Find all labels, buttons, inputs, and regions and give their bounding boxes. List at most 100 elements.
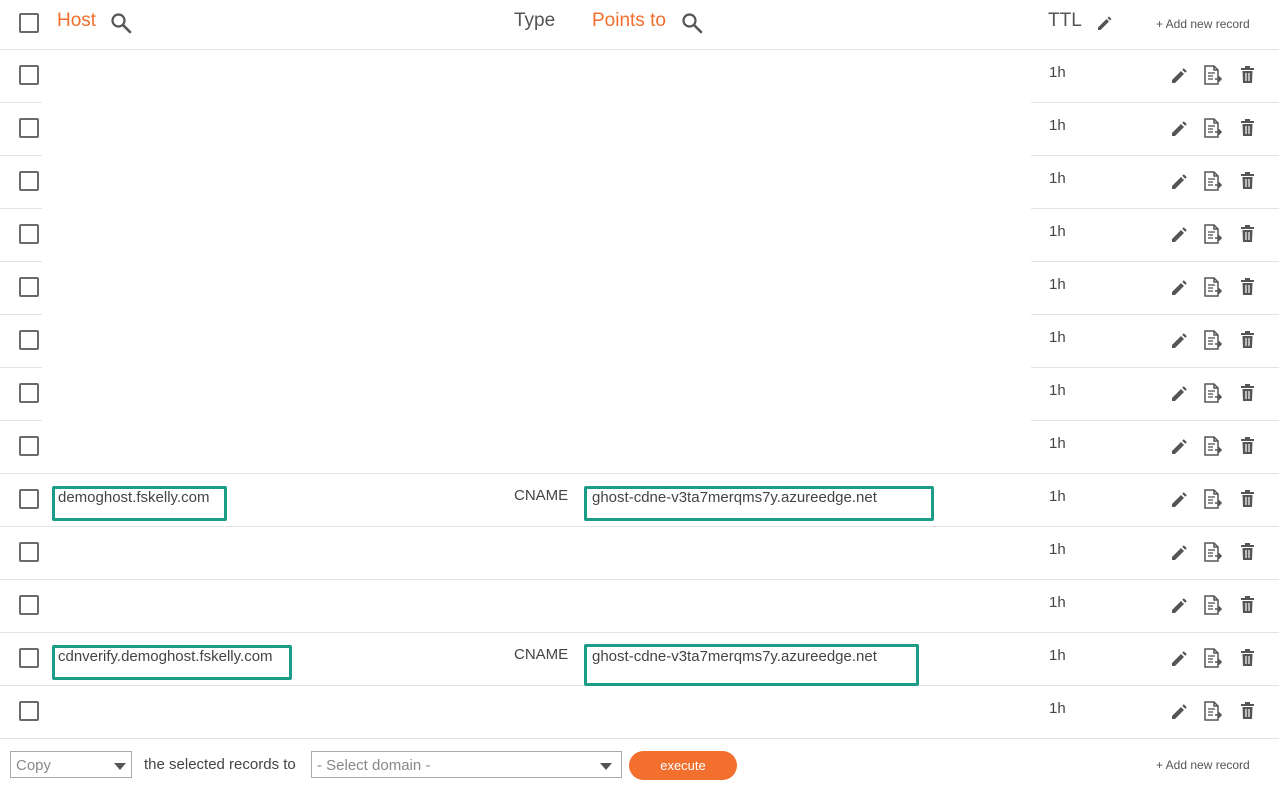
document-export-icon[interactable] [1202, 329, 1223, 351]
document-export-icon[interactable] [1202, 64, 1223, 86]
host-column-header[interactable]: Host [57, 10, 96, 32]
pencil-icon[interactable] [1170, 541, 1190, 563]
row-checkbox[interactable] [19, 701, 39, 721]
table-row: 1h [0, 368, 1279, 421]
document-export-icon[interactable] [1202, 700, 1223, 722]
row-checkbox[interactable] [19, 436, 39, 456]
row-checkbox[interactable] [19, 383, 39, 403]
chevron-down-icon [600, 763, 612, 770]
document-export-icon[interactable] [1202, 170, 1223, 192]
ttl-value: 1h [1049, 329, 1066, 346]
search-icon[interactable] [110, 12, 132, 39]
domain-select-value: - Select domain - [317, 757, 431, 774]
trash-icon[interactable] [1239, 541, 1259, 563]
ttl-value: 1h [1049, 170, 1066, 187]
document-export-icon[interactable] [1202, 488, 1223, 510]
row-actions [1170, 488, 1260, 510]
ttl-value: 1h [1049, 541, 1066, 558]
document-export-icon[interactable] [1202, 117, 1223, 139]
row-actions [1170, 276, 1260, 298]
document-export-icon[interactable] [1202, 541, 1223, 563]
points-to-highlight-box [584, 644, 919, 686]
select-all-checkbox[interactable] [19, 13, 39, 33]
trash-icon[interactable] [1239, 329, 1259, 351]
host-highlight-box [52, 486, 227, 521]
row-checkbox[interactable] [19, 648, 39, 668]
pencil-icon[interactable] [1170, 647, 1190, 669]
trash-icon[interactable] [1239, 488, 1259, 510]
row-checkbox[interactable] [19, 595, 39, 615]
pencil-icon[interactable] [1170, 170, 1190, 192]
domain-select[interactable]: - Select domain - [311, 751, 622, 778]
pencil-icon[interactable] [1170, 64, 1190, 86]
pencil-icon[interactable] [1096, 14, 1114, 37]
chevron-down-icon [114, 763, 126, 770]
action-select-value: Copy [16, 757, 52, 774]
row-actions [1170, 117, 1260, 139]
bulk-action-bar: Copy the selected records to - Select do… [0, 739, 1279, 794]
row-checkbox[interactable] [19, 171, 39, 191]
row-checkbox[interactable] [19, 542, 39, 562]
pencil-icon[interactable] [1170, 594, 1190, 616]
ttl-value: 1h [1049, 435, 1066, 452]
table-row: 1h [0, 262, 1279, 315]
action-select[interactable]: Copy [10, 751, 132, 778]
trash-icon[interactable] [1239, 276, 1259, 298]
pencil-icon[interactable] [1170, 223, 1190, 245]
table-row: cdnverify.demoghost.fskelly.com CNAME ghos… [0, 633, 1279, 686]
pencil-icon[interactable] [1170, 700, 1190, 722]
table-row: 1h [0, 686, 1279, 739]
row-checkbox[interactable] [19, 224, 39, 244]
table-row: 1h [0, 421, 1279, 474]
pencil-icon[interactable] [1170, 488, 1190, 510]
row-actions [1170, 594, 1260, 616]
trash-icon[interactable] [1239, 64, 1259, 86]
trash-icon[interactable] [1239, 700, 1259, 722]
trash-icon[interactable] [1239, 647, 1259, 669]
row-actions [1170, 170, 1260, 192]
pencil-icon[interactable] [1170, 435, 1190, 457]
row-actions [1170, 700, 1260, 722]
add-new-record-link[interactable]: + Add new record [1156, 17, 1250, 31]
row-checkbox[interactable] [19, 65, 39, 85]
points-to-column-header[interactable]: Points to [592, 10, 666, 32]
document-export-icon[interactable] [1202, 223, 1223, 245]
document-export-icon[interactable] [1202, 382, 1223, 404]
type-value: CNAME [514, 646, 569, 663]
trash-icon[interactable] [1239, 382, 1259, 404]
trash-icon[interactable] [1239, 170, 1259, 192]
document-export-icon[interactable] [1202, 647, 1223, 669]
execute-button[interactable]: execute [629, 751, 737, 780]
search-icon[interactable] [681, 12, 703, 39]
type-column-header: Type [514, 10, 556, 31]
trash-icon[interactable] [1239, 117, 1259, 139]
pencil-icon[interactable] [1170, 117, 1190, 139]
trash-icon[interactable] [1239, 223, 1259, 245]
document-export-icon[interactable] [1202, 435, 1223, 457]
trash-icon[interactable] [1239, 594, 1259, 616]
pencil-icon[interactable] [1170, 382, 1190, 404]
row-actions [1170, 329, 1260, 351]
ttl-value: 1h [1049, 223, 1066, 240]
table-row: 1h [0, 580, 1279, 633]
type-value: CNAME [514, 487, 569, 504]
trash-icon[interactable] [1239, 435, 1259, 457]
ttl-column-header: TTL [1048, 10, 1082, 31]
ttl-value: 1h [1049, 64, 1066, 81]
table-row: 1h [0, 50, 1279, 103]
row-checkbox[interactable] [19, 118, 39, 138]
ttl-value: 1h [1049, 117, 1066, 134]
row-actions [1170, 647, 1260, 669]
table-row: 1h [0, 103, 1279, 156]
row-checkbox[interactable] [19, 489, 39, 509]
table-row: 1h [0, 156, 1279, 209]
table-row: 1h [0, 527, 1279, 580]
document-export-icon[interactable] [1202, 276, 1223, 298]
ttl-value: 1h [1049, 488, 1066, 505]
add-new-record-link[interactable]: + Add new record [1156, 758, 1250, 772]
pencil-icon[interactable] [1170, 276, 1190, 298]
pencil-icon[interactable] [1170, 329, 1190, 351]
row-checkbox[interactable] [19, 330, 39, 350]
document-export-icon[interactable] [1202, 594, 1223, 616]
row-checkbox[interactable] [19, 277, 39, 297]
